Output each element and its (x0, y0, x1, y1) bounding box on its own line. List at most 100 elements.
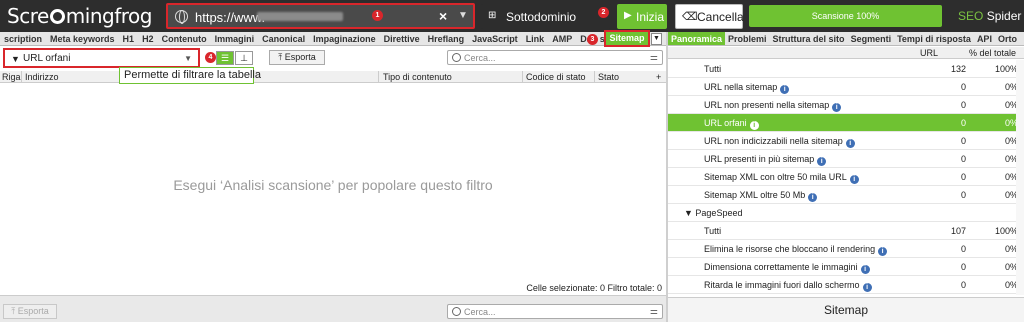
info-icon[interactable]: i (817, 157, 827, 166)
tab[interactable]: Struttura del sito (770, 32, 848, 45)
info-icon[interactable]: i (749, 121, 759, 130)
tab[interactable]: Meta keywords (46, 32, 119, 45)
overview-row[interactable]: URL non indicizzabili nella sitemap i 0 0% (668, 132, 1024, 150)
tab-overview[interactable]: Panoramica (668, 32, 726, 45)
start-label: Inizia (636, 10, 665, 24)
column-header[interactable]: Codice di stato (526, 72, 586, 82)
overview-row[interactable]: URL orfani i 0 0% (668, 114, 1024, 132)
row-label: Dimensiona correttamente le immagini i (704, 262, 870, 274)
bottom-search-input[interactable]: Cerca... ⚌ (447, 304, 663, 319)
tab[interactable]: JavaScript (468, 32, 522, 45)
tab[interactable]: AMP (548, 32, 576, 45)
tab[interactable]: scription (0, 32, 46, 45)
overview-row[interactable]: Dimensiona correttamente le immagini i 0 0% (668, 258, 1024, 276)
step-badge: 1 (372, 10, 383, 21)
collapse-icon[interactable]: ▼ (684, 208, 695, 218)
overview-row[interactable]: Sitemap XML oltre 50 Mb i 0 0% (668, 186, 1024, 204)
main-tabs: scription Meta keywords H1 H2 Contenuto Immag… (0, 32, 666, 46)
step-badge: 4 (205, 52, 216, 63)
search-input[interactable]: Cerca... ⚌ (447, 50, 663, 65)
info-icon[interactable]: i (860, 265, 870, 274)
mode-selector[interactable]: ⊞ Sottodominio (481, 4, 611, 29)
tab[interactable]: Link (522, 32, 549, 45)
logo-text-end: mingfrog (65, 4, 153, 28)
row-label-text: Dimensiona correttamente le immagini (704, 262, 858, 272)
app-logo: Scre mingfrog (7, 4, 152, 28)
sliders-icon[interactable]: ⚌ (650, 306, 658, 317)
tab[interactable]: H2 (138, 32, 158, 45)
overview-row[interactable]: Tutti 132 100% (668, 60, 1024, 78)
info-icon[interactable]: i (832, 103, 842, 112)
tab-sitemap[interactable]: Sitemap (604, 30, 650, 47)
info-icon[interactable]: i (808, 193, 818, 202)
export-button[interactable]: ⤒ Esporta (269, 50, 325, 65)
tab[interactable]: Impaginazione (309, 32, 380, 45)
overview-row[interactable]: URL nella sitemap i 0 0% (668, 78, 1024, 96)
url-count: 0 (960, 172, 966, 182)
overview-row[interactable]: Ritarda le immagini fuori dallo schermo i… (668, 276, 1024, 294)
column-header[interactable]: Riga (2, 72, 21, 82)
row-label-text: URL non indicizzabili nella sitemap (704, 136, 843, 146)
clear-label: Cancella (697, 10, 744, 24)
row-label-text: URL presenti in più sitemap (704, 154, 815, 164)
tab[interactable]: Tempi di risposta (894, 32, 974, 45)
row-label: URL orfani i (704, 118, 759, 130)
overview-row[interactable]: Sitemap XML con oltre 50 mila URL i 0 0% (668, 168, 1024, 186)
search-icon (452, 53, 461, 62)
percent-of-total: 0% (1004, 262, 1018, 272)
column-header[interactable]: % del totale (969, 48, 1016, 58)
scrollbar[interactable] (1016, 60, 1024, 295)
list-view-icon[interactable]: ☰ (216, 51, 234, 65)
info-icon[interactable]: i (845, 139, 855, 148)
filter-select[interactable]: ▼ URL orfani ▼ (3, 48, 200, 68)
overview-row[interactable]: Elimina le risorse che bloccano il rende… (668, 240, 1024, 258)
url-dropdown-icon[interactable]: ▼ (458, 10, 468, 21)
percent-of-total: 0% (1004, 172, 1018, 182)
tab[interactable]: Segmenti (848, 32, 895, 45)
clear-button[interactable]: ⌫ Cancella (675, 4, 744, 29)
percent-of-total: 0% (1004, 136, 1018, 146)
info-icon[interactable]: i (862, 283, 872, 292)
tab[interactable]: Problemi (725, 32, 770, 45)
column-header[interactable]: Stato (598, 72, 619, 82)
export-icon: ⤒ (278, 52, 283, 62)
clear-url-icon[interactable]: × (439, 8, 447, 24)
tab[interactable]: API (974, 32, 995, 45)
row-label-text: Elimina le risorse che bloccano il rende… (704, 244, 876, 254)
info-icon[interactable]: i (878, 247, 888, 256)
table-header: Riga Indirizzo Tipo di contenuto Codice … (0, 71, 666, 83)
url-count: 0 (960, 190, 966, 200)
section-header[interactable]: ▼ PageSpeed (668, 204, 1024, 222)
top-bar: Scre mingfrog https://www. × ▼ 1 ⊞ Sottod… (0, 0, 1024, 32)
url-input[interactable]: https://www. × ▼ (166, 3, 475, 29)
tree-view-icon[interactable]: ⊥ (235, 51, 253, 65)
tab[interactable]: Hreflang (424, 32, 469, 45)
info-icon[interactable]: i (780, 85, 790, 94)
tab[interactable]: Direttive (380, 32, 424, 45)
row-label: URL non presenti nella sitemap i (704, 100, 842, 112)
start-button[interactable]: ▶ Inizia (617, 4, 667, 29)
overview-row[interactable]: Tutti 107 100% (668, 222, 1024, 240)
url-text: https://www. (195, 10, 266, 25)
tab[interactable]: Immagini (211, 32, 259, 45)
column-header[interactable]: Indirizzo (25, 72, 59, 82)
sliders-icon[interactable]: ⚌ (650, 52, 658, 63)
selection-status: Celle selezionate: 0 Filtro totale: 0 (526, 283, 662, 293)
column-header[interactable]: Tipo di contenuto (383, 72, 452, 82)
row-label: Sitemap XML oltre 50 Mb i (704, 190, 818, 202)
bottom-export-button[interactable]: ⤒ Esporta (3, 304, 57, 319)
tab[interactable]: H1 (119, 32, 139, 45)
url-count: 107 (950, 226, 966, 236)
tab[interactable]: Orto (995, 32, 1020, 45)
info-icon[interactable]: i (849, 175, 859, 184)
add-column-icon[interactable]: + (656, 72, 661, 82)
row-label: ▼ PageSpeed (684, 208, 742, 218)
tab[interactable]: Canonical (258, 32, 309, 45)
overview-row[interactable]: URL non presenti nella sitemap i 0 0% (668, 96, 1024, 114)
tab[interactable]: Contenuto (158, 32, 211, 45)
overview-row[interactable]: URL presenti in più sitemap i 0 0% (668, 150, 1024, 168)
url-count: 0 (960, 136, 966, 146)
percent-of-total: 0% (1004, 190, 1018, 200)
column-header[interactable]: URL (920, 48, 938, 58)
tabs-more-icon[interactable]: ▼ (651, 33, 662, 45)
